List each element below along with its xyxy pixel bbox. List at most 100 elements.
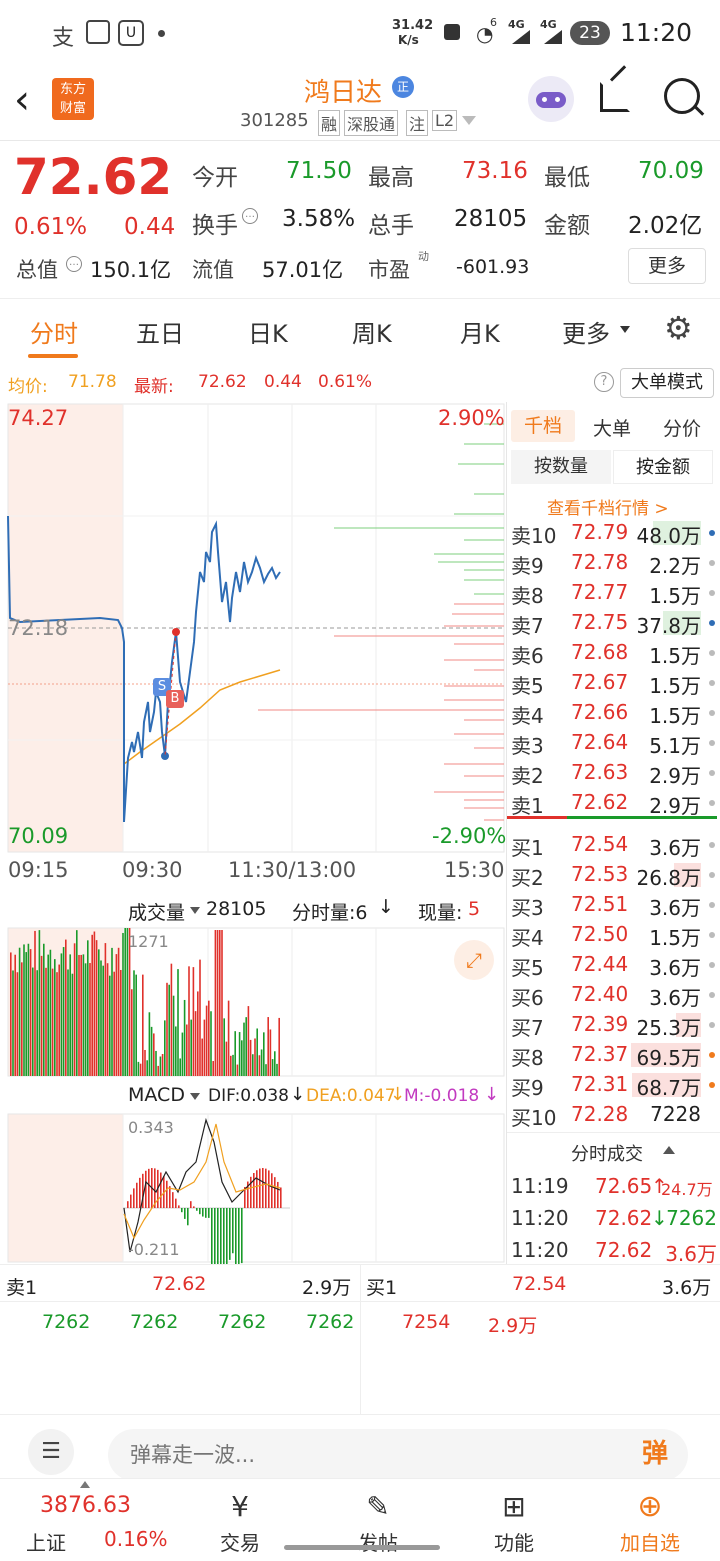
sell-order-label: 卖5 [511,674,544,698]
buy-order-row[interactable]: 买1 72.54 3.6万 [507,830,720,860]
battery-indicator: 23 [570,21,610,45]
search-icon[interactable] [664,78,705,116]
settings-gear-icon[interactable]: ⚙ [664,312,693,344]
volume-bar [10,952,12,1076]
volume-bar [21,962,23,1076]
chart-tabs: 分时 五日 日K 周K 月K 更多 ⚙ [0,298,720,363]
sell-order-indicator-dot [709,650,715,656]
tab-daily-k[interactable]: 日K [248,314,288,349]
intraday-chart-svg[interactable] [0,402,506,1264]
sell-order-volume: 2.9万 [649,764,701,788]
sell-order-volume: 1.5万 [649,704,701,728]
lock-icon [444,24,460,40]
index-pct[interactable]: 0.16% [104,1527,168,1551]
sell-order-row[interactable]: 卖2 72.63 2.9万 [507,758,720,788]
nav-trade[interactable]: ¥ 交易 [190,1487,290,1556]
volume-selector[interactable]: 成交量 [128,898,185,925]
trades-title[interactable]: 分时成交 [571,1140,643,1166]
sell-order-row[interactable]: 卖10 72.79 48.0万 [507,518,720,548]
index-name[interactable]: 上证 [26,1527,66,1556]
more-button[interactable]: 更多 [628,248,706,284]
buy-order-volume: 3.6万 [649,896,701,920]
buy-order-row[interactable]: 买5 72.44 3.6万 [507,950,720,980]
macd-bar [208,1208,210,1218]
sell-order-indicator-dot [709,620,715,626]
buy-order-row[interactable]: 买10 72.28 7228 [507,1100,720,1130]
turnover-info-icon[interactable]: … [242,208,258,224]
time-volume[interactable]: 分时量:6 [292,898,368,925]
sell-order-price: 72.64 [571,730,629,754]
robot-assistant-icon[interactable] [528,76,574,122]
buy-order-indicator-dot [709,992,715,998]
tab-intraday[interactable]: 分时 [30,314,78,349]
buy-order-row[interactable]: 买4 72.50 1.5万 [507,920,720,950]
buy-order-label: 买7 [511,1016,544,1040]
market-cap-info-icon[interactable]: … [66,256,82,272]
sell-order-price: 72.75 [571,610,629,634]
danmu-input[interactable] [108,1429,688,1481]
buy-order-row[interactable]: 买8 72.37 69.5万 [507,1040,720,1070]
book-tab-bigorder[interactable]: 大单 [593,414,631,441]
volume-bar [245,1017,247,1076]
macd-bar [253,1173,255,1208]
danmu-list-icon[interactable]: ☰ [28,1429,74,1475]
macd-bar [277,1181,279,1208]
hands-value: 28105 [454,206,528,232]
buy-order-row[interactable]: 买2 72.53 26.8万 [507,860,720,890]
tab-five-day[interactable]: 五日 [136,314,184,349]
trade-time: 11:19 [511,1174,569,1198]
tab-more[interactable]: 更多 [562,314,610,349]
volume-bar [76,930,78,1076]
sell-order-row[interactable]: 卖9 72.78 2.2万 [507,548,720,578]
trades-collapse-icon[interactable] [663,1146,675,1154]
book-tab-thousand[interactable]: 千档 [511,410,575,442]
help-icon[interactable]: ? [594,372,614,392]
volume-bar [65,939,67,1076]
dropdown-arrow-icon[interactable] [462,116,476,125]
index-value[interactable]: 3876.63 [40,1493,131,1518]
bottom-bar: 3876.63 上证 0.16% ¥ 交易 ✎ 发帖 ⊞ 功能 ⊕ 加自选 [0,1478,720,1561]
buy-order-row[interactable]: 买6 72.40 3.6万 [507,980,720,1010]
danmu-send-button[interactable]: 弹 [626,1433,684,1475]
buy-order-label: 买3 [511,896,544,920]
tab-monthly-k[interactable]: 月K [460,314,500,349]
sell-order-indicator-dot [709,530,715,536]
book-tab-price[interactable]: 分价 [663,414,701,441]
sell-order-row[interactable]: 卖1 72.62 2.9万 [507,788,720,818]
quote-panel: 72.62 0.61% 0.44 今开 71.50 最高 73.16 最低 70… [0,140,720,299]
tab-weekly-k[interactable]: 周K [352,314,392,349]
sell-order-row[interactable]: 卖3 72.64 5.1万 [507,728,720,758]
volume-bar [256,1028,258,1076]
volume-bar [241,1040,243,1076]
functions-grid-icon: ⊞ [502,1490,526,1523]
nav-add-watchlist[interactable]: ⊕ 加自选 [600,1487,700,1556]
sell-order-row[interactable]: 卖8 72.77 1.5万 [507,578,720,608]
volume-bar [12,970,14,1076]
expand-chart-icon[interactable]: ⤢ [454,940,494,980]
macd-selector[interactable]: MACD [128,1084,185,1106]
volume-bar [186,1024,188,1076]
volume-bar [40,955,43,1076]
x-label-0915: 09:15 [8,858,69,882]
buy-order-price: 72.44 [571,952,629,976]
brand-logo[interactable]: 东方 财富 [52,78,94,120]
trades-divider [507,1132,720,1133]
buy-order-row[interactable]: 买7 72.39 25.3万 [507,1010,720,1040]
subtab-by-amount[interactable]: 按金额 [613,450,713,484]
sell-order-row[interactable]: 卖7 72.75 37.8万 [507,608,720,638]
buy-marker-badge[interactable]: B [166,690,184,708]
back-arrow-icon[interactable]: ‹ [14,80,30,120]
sell-order-row[interactable]: 卖5 72.67 1.5万 [507,668,720,698]
view-thousand-depth-link[interactable]: 查看千档行情 > [547,494,669,519]
buy-order-row[interactable]: 买9 72.31 68.7万 [507,1070,720,1100]
sell-order-row[interactable]: 卖6 72.68 1.5万 [507,638,720,668]
buy-order-row[interactable]: 买3 72.51 3.6万 [507,890,720,920]
nav-functions[interactable]: ⊞ 功能 [464,1487,564,1556]
sell-order-row[interactable]: 卖4 72.66 1.5万 [507,698,720,728]
subtab-by-quantity[interactable]: 按数量 [511,450,611,484]
share-icon[interactable] [600,65,630,112]
big-order-mode-button[interactable]: 大单模式 [620,368,714,398]
active-tab-underline [28,354,78,358]
volume-max-label: 1271 [128,932,169,951]
buy-order-indicator-dot [709,842,715,848]
